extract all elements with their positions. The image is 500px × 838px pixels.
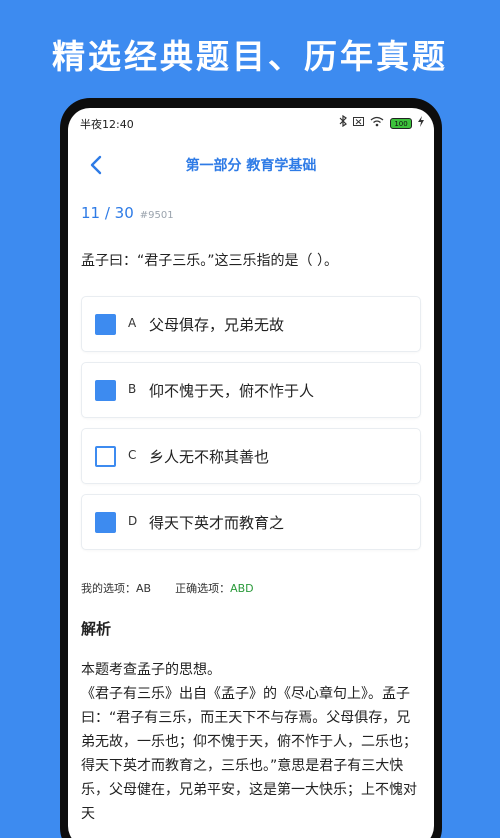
page-title: 第一部分 教育学基础	[185, 158, 317, 174]
correct-answer-label: 正确选项：	[175, 582, 231, 595]
analysis-heading: 解析	[81, 620, 112, 638]
analysis-body: 本题考查孟子的思想。 《君子有三乐》出自《孟子》的《尽心章句上》。孟子曰：“君子…	[81, 658, 421, 826]
option-text: 得天下英才而教育之	[149, 514, 285, 532]
option-c[interactable]: C 乡人无不称其善也	[81, 428, 421, 484]
option-text: 父母俱存，兄弟无故	[149, 316, 285, 334]
my-answer-label: 我的选项：	[81, 582, 136, 595]
option-b[interactable]: B 仰不愧于天，俯不怍于人	[81, 362, 421, 418]
analysis-line-1: 本题考查孟子的思想。	[81, 662, 221, 678]
nav-bar: 第一部分 教育学基础	[68, 148, 434, 182]
option-a[interactable]: A 父母俱存，兄弟无故	[81, 296, 421, 352]
question-id: #9501	[139, 210, 174, 221]
my-answer: 我的选项：AB	[81, 580, 151, 596]
option-letter: D	[128, 514, 138, 528]
bluetooth-icon	[339, 114, 347, 131]
charging-icon	[418, 115, 424, 131]
my-answer-value: AB	[136, 582, 152, 595]
option-letter: C	[128, 448, 137, 462]
status-bar: 半夜12:40 100	[68, 108, 434, 138]
option-text: 乡人无不称其善也	[149, 448, 270, 466]
option-text: 仰不愧于天，俯不怍于人	[149, 382, 315, 400]
checkbox-checked-icon[interactable]	[95, 512, 116, 533]
checkbox-checked-icon[interactable]	[95, 314, 116, 335]
sim-off-icon	[353, 116, 364, 131]
option-letter: A	[128, 316, 137, 330]
analysis-line-2: 《君子有三乐》出自《孟子》的《尽心章句上》。孟子曰：“君子有三乐，而王天下不与存…	[81, 686, 417, 822]
checkbox-unchecked-icon[interactable]	[95, 446, 116, 467]
battery-icon: 100	[390, 117, 412, 129]
question-progress: 11 / 30 #9501	[81, 204, 174, 222]
checkbox-checked-icon[interactable]	[95, 380, 116, 401]
status-time: 半夜12:40	[80, 118, 134, 131]
app-screen: 半夜12:40 100 第一部分 教育学基础 11 / 30 #9501 孟子曰…	[68, 108, 434, 838]
status-icons: 100	[339, 114, 424, 131]
correct-answer: 正确选项：ABD	[175, 580, 254, 596]
answer-summary: 我的选项：AB 正确选项：ABD	[81, 580, 254, 596]
wifi-icon	[370, 116, 384, 131]
correct-answer-value: ABD	[230, 582, 254, 595]
progress-count: 11 / 30	[81, 204, 134, 222]
option-d[interactable]: D 得天下英才而教育之	[81, 494, 421, 550]
promo-headline: 精选经典题目、历年真题	[52, 37, 448, 76]
question-text: 孟子曰：“君子三乐。”这三乐指的是（ ）。	[81, 253, 338, 269]
option-letter: B	[128, 382, 137, 396]
